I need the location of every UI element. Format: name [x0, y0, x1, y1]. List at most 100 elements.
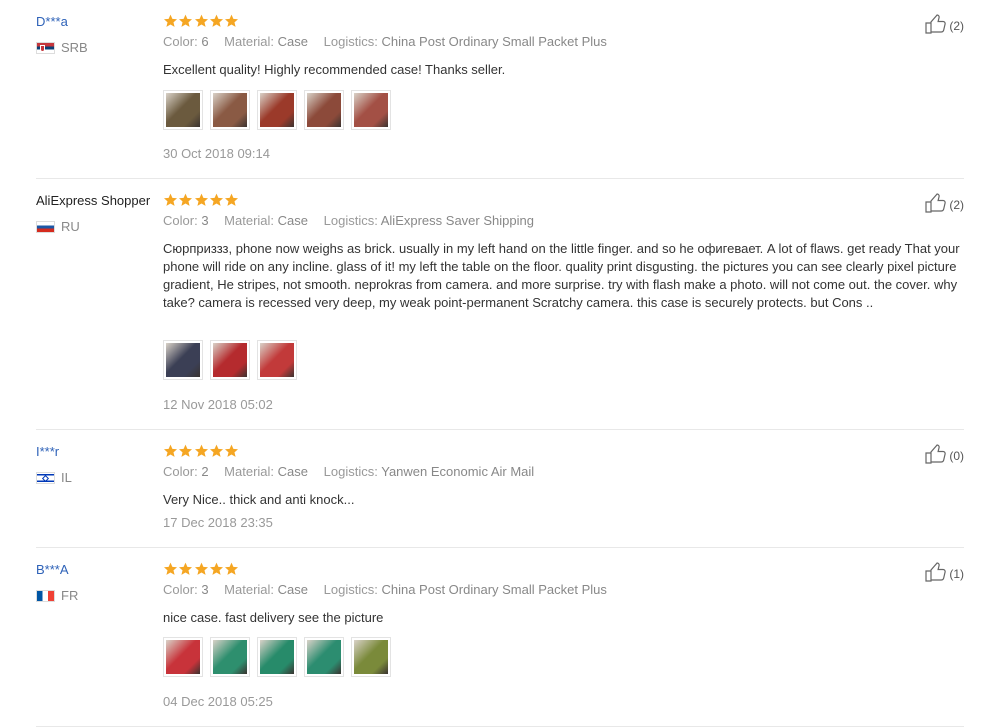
review-photo-thumbnail[interactable] — [210, 340, 250, 380]
thumbs-up-icon — [925, 444, 949, 467]
reviewer-info: B***A FR — [36, 562, 161, 603]
review-photo-thumbnail[interactable] — [304, 637, 344, 677]
review-item: D***a SRB Color: 6 Material: Case Logist… — [36, 14, 964, 179]
star-icon — [209, 193, 224, 207]
star-icon — [224, 562, 239, 576]
photo-image — [166, 640, 200, 674]
material-value: Case — [277, 582, 309, 597]
reviewer-name[interactable]: I***r — [36, 444, 161, 460]
flag-israel-icon — [36, 472, 55, 484]
star-icon — [209, 14, 224, 28]
review-photos — [163, 340, 304, 380]
helpful-button[interactable]: (0) — [925, 444, 964, 467]
review-body: Color: 6 Material: Case Logistics: China… — [163, 14, 963, 161]
review-photo-thumbnail[interactable] — [210, 90, 250, 130]
helpful-count: (2) — [949, 18, 964, 33]
color-value: 3 — [201, 582, 209, 597]
logistics-label: Logistics: — [323, 464, 378, 479]
country-code: RU — [61, 219, 80, 234]
reviewer-name[interactable]: D***a — [36, 14, 161, 30]
photo-image — [166, 93, 200, 127]
thumbs-up-icon — [925, 193, 949, 216]
flag-serbia-icon — [36, 42, 55, 54]
helpful-count: (0) — [949, 448, 964, 463]
star-icon — [163, 193, 178, 207]
star-icon — [194, 193, 209, 207]
reviewer-country: IL — [36, 471, 72, 485]
photo-image — [260, 93, 294, 127]
material-value: Case — [277, 213, 309, 228]
country-code: FR — [61, 588, 79, 603]
order-info: Color: 3 Material: Case Logistics: AliEx… — [163, 213, 546, 229]
review-photo-thumbnail[interactable] — [163, 637, 203, 677]
color-value: 6 — [201, 34, 209, 49]
star-icon — [194, 562, 209, 576]
review-body: Color: 2 Material: Case Logistics: Yanwe… — [163, 444, 963, 530]
reviewer-name[interactable]: B***A — [36, 562, 161, 578]
flag-france-icon — [36, 590, 55, 602]
star-icon — [163, 14, 178, 28]
material-value: Case — [277, 34, 309, 49]
star-icon — [224, 444, 239, 458]
material-label: Material: — [224, 213, 275, 228]
material-value: Case — [277, 464, 309, 479]
reviewer-info: AliExpress Shopper RU — [36, 193, 161, 234]
review-item: B***A FR Color: 3 Material: Case Logisti… — [36, 562, 964, 727]
star-icon — [178, 562, 193, 576]
review-photo-thumbnail[interactable] — [257, 90, 297, 130]
photo-image — [354, 93, 388, 127]
helpful-button[interactable]: (2) — [925, 193, 964, 216]
reviewer-info: I***r IL — [36, 444, 161, 485]
order-info: Color: 3 Material: Case Logistics: China… — [163, 582, 619, 598]
reviewer-info: D***a SRB — [36, 14, 161, 55]
reviewer-country: FR — [36, 589, 78, 603]
review-date: 30 Oct 2018 09:14 — [163, 146, 270, 161]
color-value: 3 — [201, 213, 209, 228]
review-date: 04 Dec 2018 05:25 — [163, 694, 273, 709]
review-photo-thumbnail[interactable] — [257, 340, 297, 380]
review-photo-thumbnail[interactable] — [351, 90, 391, 130]
logistics-value: China Post Ordinary Small Packet Plus — [381, 34, 607, 49]
star-icon — [224, 14, 239, 28]
star-rating — [163, 14, 963, 30]
review-photo-thumbnail[interactable] — [163, 340, 203, 380]
photo-image — [213, 343, 247, 377]
star-icon — [194, 14, 209, 28]
review-item: I***r IL Color: 2 Material: Case Logisti… — [36, 444, 964, 548]
star-icon — [178, 193, 193, 207]
photo-image — [354, 640, 388, 674]
helpful-button[interactable]: (1) — [925, 562, 964, 585]
review-photo-thumbnail[interactable] — [163, 90, 203, 130]
review-photo-thumbnail[interactable] — [257, 637, 297, 677]
review-body: Color: 3 Material: Case Logistics: AliEx… — [163, 193, 963, 412]
thumbs-up-icon — [925, 14, 949, 37]
material-label: Material: — [224, 582, 275, 597]
logistics-value: AliExpress Saver Shipping — [380, 213, 534, 228]
photo-image — [213, 93, 247, 127]
reviewer-country: RU — [36, 220, 80, 234]
review-photo-thumbnail[interactable] — [210, 637, 250, 677]
star-icon — [163, 444, 178, 458]
color-label: Color: — [163, 34, 198, 49]
country-code: IL — [61, 470, 72, 485]
star-rating — [163, 562, 963, 578]
color-value: 2 — [201, 464, 209, 479]
review-item: AliExpress Shopper RU Color: 3 Material:… — [36, 193, 964, 430]
country-code: SRB — [61, 40, 88, 55]
review-text: Excellent quality! Highly recommended ca… — [163, 62, 506, 77]
logistics-label: Logistics: — [323, 34, 378, 49]
review-body: Color: 3 Material: Case Logistics: China… — [163, 562, 963, 709]
review-photo-thumbnail[interactable] — [304, 90, 344, 130]
review-photos — [163, 637, 398, 677]
review-date: 12 Nov 2018 05:02 — [163, 397, 273, 412]
photo-image — [166, 343, 200, 377]
review-photo-thumbnail[interactable] — [351, 637, 391, 677]
review-text: nice case. fast delivery see the picture — [163, 610, 384, 625]
order-info: Color: 6 Material: Case Logistics: China… — [163, 34, 619, 50]
material-label: Material: — [224, 464, 275, 479]
reviewer-name: AliExpress Shopper — [36, 193, 151, 208]
helpful-button[interactable]: (2) — [925, 14, 964, 37]
review-text: Very Nice.. thick and anti knock... — [163, 492, 355, 507]
star-icon — [178, 14, 193, 28]
helpful-count: (1) — [949, 566, 964, 581]
